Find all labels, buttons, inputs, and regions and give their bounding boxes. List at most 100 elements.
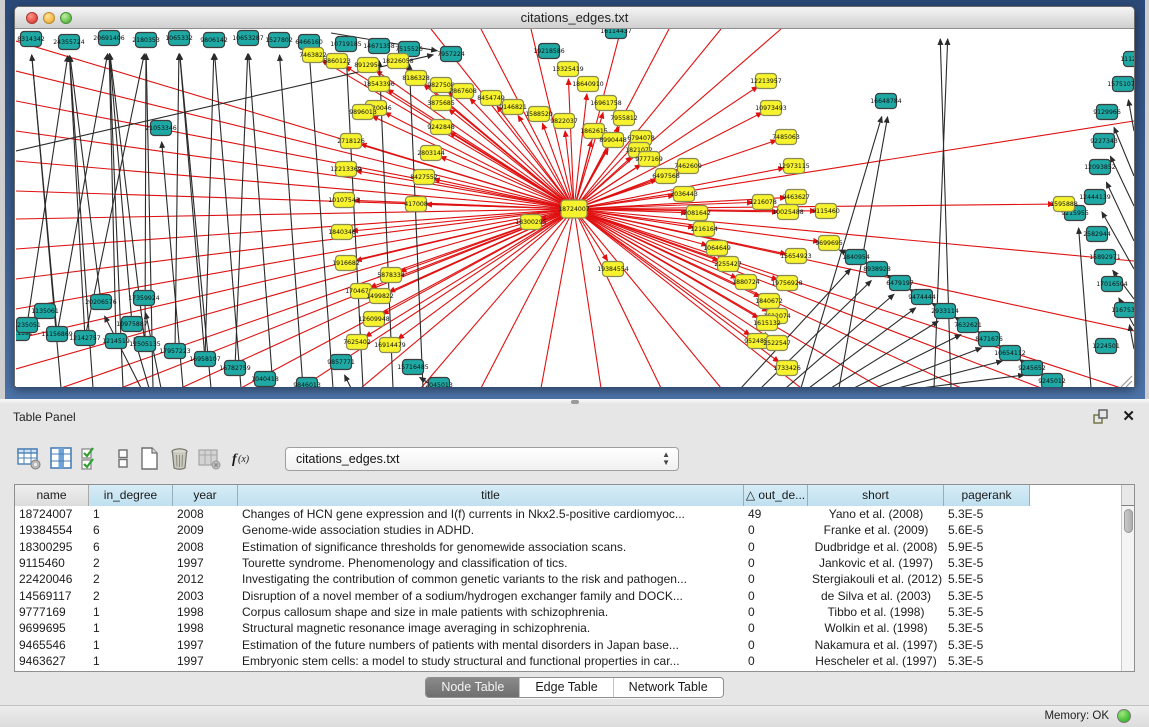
graph-node[interactable]: 9463627 [782, 190, 810, 205]
graph-node[interactable]: 16114437 [600, 29, 632, 39]
graph-node[interactable]: 6497568 [652, 169, 680, 184]
graph-node[interactable]: 1595888 [1050, 197, 1078, 212]
graph-node[interactable]: 12213957 [750, 74, 782, 89]
graph-node[interactable]: 12973115 [778, 159, 810, 174]
graph-node[interactable]: 1840672 [755, 294, 783, 309]
graph-node[interactable]: 7485063 [772, 130, 800, 145]
graph-edge[interactable] [1114, 127, 1134, 176]
graph-node[interactable]: 17957223 [159, 344, 191, 359]
graph-edge[interactable] [249, 54, 273, 387]
network-window-titlebar[interactable]: citations_edges.txt [15, 7, 1134, 29]
graph-edge[interactable] [574, 209, 1041, 387]
graph-node[interactable]: 1916682 [332, 256, 360, 271]
graph-edge[interactable] [180, 54, 205, 359]
table-selector-dropdown[interactable]: citations_edges.txt ▲▼ [285, 447, 679, 471]
float-panel-icon[interactable] [1093, 409, 1109, 425]
graph-node[interactable]: 20691406 [93, 31, 125, 46]
table-row[interactable]: 946362711997Embryonic stem cells: a mode… [15, 653, 1134, 669]
graph-node[interactable]: 8990448 [599, 133, 627, 148]
graph-node[interactable]: 1733426 [773, 361, 801, 376]
delete-table-icon[interactable] [166, 445, 193, 472]
graph-node[interactable]: 2718126 [337, 134, 365, 149]
graph-node[interactable]: 1216078 [749, 195, 777, 210]
graph-edge[interactable] [398, 209, 574, 339]
memory-status-icon[interactable] [1117, 709, 1131, 723]
graph-node[interactable]: 9146821 [499, 100, 527, 115]
graph-node[interactable]: 9129966 [1093, 105, 1121, 120]
graph-node[interactable]: 2803144 [417, 146, 445, 161]
graph-edge[interactable] [16, 161, 574, 209]
graph-node[interactable]: 9846013 [293, 378, 321, 388]
graph-node[interactable]: 1224501 [1092, 339, 1120, 354]
graph-node[interactable]: 14671358 [363, 39, 395, 54]
graph-edge[interactable] [876, 348, 982, 387]
graph-node[interactable]: 1840954 [842, 250, 870, 265]
import-table-icon[interactable] [196, 445, 223, 472]
network-canvas[interactable]: 8314342243557242069140621803531065332980… [16, 29, 1134, 387]
graph-node[interactable]: 8471676 [975, 332, 1003, 347]
graph-node[interactable]: 1499822 [366, 289, 394, 304]
column-header-name[interactable]: name [15, 485, 89, 506]
graph-node[interactable]: 21053346 [145, 121, 177, 136]
network-window[interactable]: citations_edges.txt 83143422435572420691… [14, 6, 1135, 387]
graph-node[interactable]: 1588520 [525, 107, 553, 122]
graph-node[interactable]: 2180353 [132, 33, 160, 48]
scrollbar-thumb[interactable] [1124, 509, 1133, 533]
table-row[interactable]: 977716911998Corpus callosum shape and si… [15, 604, 1134, 620]
graph-node[interactable]: 16782759 [219, 361, 251, 376]
graph-node[interactable]: 19384554 [597, 262, 629, 277]
graph-node[interactable]: 7957224 [437, 47, 465, 62]
graph-node[interactable]: 417008 [404, 197, 428, 212]
column-visibility-icon[interactable] [48, 445, 75, 472]
divider-grip-icon[interactable] [571, 400, 579, 404]
graph-edge[interactable] [574, 94, 587, 209]
graph-node[interactable]: 10107543 [328, 193, 360, 208]
graph-node[interactable]: 7625402 [343, 335, 371, 350]
graph-node[interactable]: 2045013 [425, 378, 453, 388]
graph-node[interactable]: 8938928 [863, 262, 891, 277]
graph-edge[interactable] [481, 209, 574, 387]
graph-node[interactable]: 17016504 [1096, 277, 1128, 292]
graph-node[interactable]: 16648784 [870, 94, 902, 109]
graph-node[interactable]: 12444139 [1079, 190, 1111, 205]
graph-node[interactable]: 17359924 [128, 291, 160, 306]
graph-node[interactable]: 1065332 [165, 31, 193, 46]
graph-node[interactable]: 9227343 [1090, 134, 1118, 149]
graph-node[interactable]: 9822037 [550, 114, 578, 129]
graph-node[interactable]: 2933114 [931, 304, 959, 319]
graph-node[interactable]: 1167533 [1111, 303, 1134, 318]
graph-node[interactable]: 10719185 [330, 37, 362, 52]
graph-edge[interactable] [345, 375, 351, 387]
graph-node[interactable]: 1840346 [328, 225, 356, 240]
table-settings-icon[interactable] [16, 445, 43, 472]
graph-node[interactable]: 9896013 [349, 105, 377, 120]
graph-node[interactable]: 19756928 [771, 276, 803, 291]
graph-node[interactable]: 8186328 [402, 71, 430, 86]
graph-node[interactable]: 9777169 [635, 152, 663, 167]
close-panel-icon[interactable]: ✕ [1122, 407, 1135, 425]
graph-node[interactable]: 9242848 [427, 120, 455, 135]
table-row[interactable]: 1456911722003Disruption of a novel membe… [15, 587, 1134, 603]
graph-node[interactable]: 9115460 [812, 204, 840, 219]
table-row[interactable]: 1938455462009Genome-wide association stu… [15, 522, 1134, 538]
graph-node[interactable]: 9245012 [1038, 374, 1066, 388]
graph-node[interactable]: 1214519 [102, 334, 130, 349]
graph-node[interactable]: 9245652 [1018, 361, 1046, 376]
graph-node[interactable]: 11156869 [41, 327, 73, 342]
column-header-title[interactable]: title [238, 485, 744, 506]
graph-node[interactable]: 8912954 [354, 58, 382, 73]
graph-edge[interactable] [69, 56, 85, 338]
graph-edge[interactable] [801, 117, 882, 387]
graph-edge[interactable] [310, 57, 333, 387]
table-row[interactable]: 1872400712008Changes of HCN gene express… [15, 506, 1134, 522]
graph-edge[interactable] [27, 56, 68, 325]
graph-node[interactable]: 15751074 [1107, 77, 1134, 92]
graph-node[interactable]: 1527802 [265, 33, 293, 48]
graph-node[interactable]: 7463822 [299, 48, 327, 63]
vertical-scrollbar[interactable] [1121, 506, 1134, 671]
graph-edge[interactable] [786, 294, 894, 387]
graph-node[interactable]: 12093852 [1084, 160, 1116, 175]
column-header-in_degree[interactable]: in_degree [89, 485, 173, 506]
tab-edge-table[interactable]: Edge Table [519, 678, 612, 697]
graph-node[interactable]: 1112447 [1120, 52, 1134, 67]
